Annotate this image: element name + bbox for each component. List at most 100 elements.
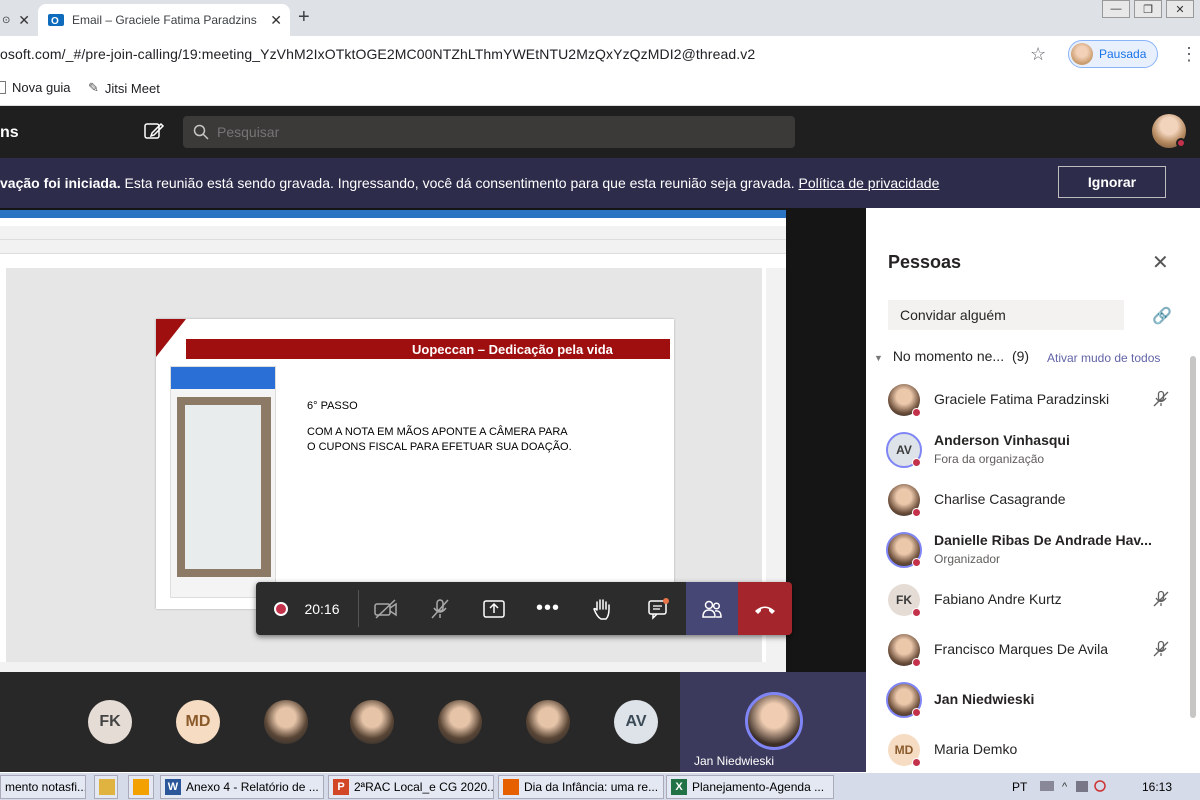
ignore-button[interactable]: Ignorar [1058,166,1166,198]
participant-tile[interactable]: MD [176,700,220,744]
slide-header: Uopeccan – Dedicação pela vida [412,342,613,357]
call-timer: 20:16 [302,582,342,635]
close-tab-icon[interactable]: ✕ [18,12,30,29]
language-indicator[interactable]: PT [1012,780,1027,794]
mute-all-link[interactable]: Ativar mudo de todos [1047,351,1160,365]
mic-muted-icon[interactable] [1152,390,1170,408]
participant-tile[interactable] [438,700,482,744]
presence-dot [912,508,921,517]
taskbar-item-notas[interactable]: mento notasfi... [0,775,86,799]
privacy-link[interactable]: Política de privacidade [799,175,940,191]
active-speaker-name: Jan Niedwieski [694,754,775,768]
browser-tab-teams[interactable]: ⊙ ✕ [0,4,34,36]
presence-dot [912,758,921,767]
svg-text:O: O [51,16,59,27]
minimize-icon[interactable]: — [1102,0,1130,18]
participant-row[interactable]: Charlise Casagrande [866,476,1188,524]
tab-label: Email – Graciele Fatima Paradzins [72,13,257,27]
active-speaker-tile[interactable]: Jan Niedwieski [680,672,866,772]
participant-subtitle: Fora da organização [934,452,1045,466]
participant-row[interactable]: FK Fabiano Andre Kurtz [866,576,1188,624]
close-panel-icon[interactable]: ✕ [1152,250,1169,275]
invite-input[interactable]: Convidar alguém [888,300,1124,330]
bookmarks-bar: Nova guia ✎ Jitsi Meet [0,72,1200,106]
jitsi-icon: ✎ [88,80,99,95]
presentation-slide: Uopeccan – Dedicação pela vida 6° PASSO … [156,319,674,609]
taskbar-item-explorer[interactable] [94,775,118,799]
participant-name: Jan Niedwieski [934,691,1035,707]
more-actions-button[interactable]: ••• [526,582,570,635]
panel-scrollbar[interactable] [1190,356,1196,718]
user-avatar[interactable] [1152,114,1186,148]
new-chat-icon[interactable] [143,120,165,142]
participant-row[interactable]: AV Anderson Vinhasqui Fora da organização [866,426,1188,474]
mic-muted-icon[interactable] [1152,590,1170,608]
participant-row[interactable]: Danielle Ribas De Andrade Hav... Organiza… [866,526,1188,574]
recording-banner: vação foi iniciada. Esta reunião está se… [0,158,1200,208]
people-icon [702,600,722,618]
app-icon [99,779,115,795]
participant-name: Charlise Casagrande [934,491,1066,507]
participant-strip: FK MD AV Jan Niedwieski [0,672,866,772]
mic-off-icon [431,598,449,618]
participant-tile[interactable] [526,700,570,744]
copy-link-icon[interactable]: 🔗 [1152,306,1172,326]
taskbar-item-firefox[interactable]: Dia da Infância: uma re... [498,775,664,799]
search-box[interactable] [183,116,795,148]
browser-tab-email[interactable]: O Email – Graciele Fatima Paradzins ✕ [38,4,290,36]
taskbar-item-app[interactable] [128,775,154,799]
bookmark-star-icon[interactable]: ☆ [1030,44,1046,65]
presence-dot [912,608,921,617]
participant-row[interactable]: MD Maria Demko [866,726,1188,774]
mic-muted-icon[interactable] [1152,640,1170,658]
bookmark-nova-guia[interactable]: Nova guia [0,80,71,95]
app-name: ns [0,124,19,141]
camera-toggle-button[interactable] [364,582,408,635]
url-field[interactable]: osoft.com/_#/pre-join-calling/19:meeting… [0,46,755,62]
bookmark-jitsi-meet[interactable]: ✎ Jitsi Meet [88,80,160,96]
search-input[interactable] [217,124,777,140]
show-participants-button[interactable] [686,582,738,635]
profile-button[interactable]: Pausada [1068,40,1158,68]
slide-body: 6° PASSO COM A NOTA EM MÃOS APONTE A CÂM… [307,399,577,466]
close-window-icon[interactable]: ✕ [1166,0,1194,18]
clock[interactable]: 16:13 [1142,780,1172,794]
share-screen-button[interactable] [472,582,516,635]
window-controls: — ❐ ✕ [1102,0,1194,18]
participant-tile[interactable]: FK [88,700,132,744]
bookmark-label: Jitsi Meet [104,80,160,96]
svg-text:^: ^ [1062,781,1068,793]
receipt-paper [185,405,261,569]
taskbar-item-excel[interactable]: X Planejamento-Agenda ... [666,775,834,799]
controls-divider [358,590,359,627]
hang-up-icon [755,606,775,614]
banner-body: Esta reunião está sendo gravada. Ingress… [120,175,799,191]
taskbar-item-powerpoint[interactable]: P 2ªRAC Local_e CG 2020... [328,775,494,799]
new-tab-button[interactable]: + [298,6,310,29]
presence-dot [912,708,921,717]
outlook-icon: O [48,14,64,27]
more-icon: ••• [535,597,560,619]
chevron-down-icon: ▼ [874,353,883,363]
phone-screenshot-image [170,366,276,598]
hang-up-button[interactable] [738,582,792,635]
participant-row[interactable]: Jan Niedwieski [866,676,1188,724]
restore-icon[interactable]: ❐ [1134,0,1162,18]
participant-tile[interactable] [264,700,308,744]
raise-hand-button[interactable] [580,582,624,635]
taskbar-item-label: 2ªRAC Local_e CG 2020... [354,780,494,794]
app-icon: W [165,779,181,795]
participant-row[interactable]: Francisco Marques De Avila [866,626,1188,674]
chat-button[interactable] [636,582,680,635]
profile-label: Pausada [1099,47,1147,61]
windows-taskbar: PT ^ 16:13 mento notasfi... W Anexo 4 - Re… [0,772,1200,800]
participant-row[interactable]: Graciele Fatima Paradzinski [866,376,1188,424]
close-tab-icon[interactable]: ✕ [270,12,282,29]
browser-menu-icon[interactable]: ⋮ [1180,44,1198,65]
slide-corner-decoration [156,319,186,357]
mic-toggle-button[interactable] [418,582,462,635]
taskbar-item-word[interactable]: W Anexo 4 - Relatório de ... [160,775,324,799]
phone-app-bar [171,367,275,389]
participant-tile[interactable]: AV [614,700,658,744]
participant-tile[interactable] [350,700,394,744]
